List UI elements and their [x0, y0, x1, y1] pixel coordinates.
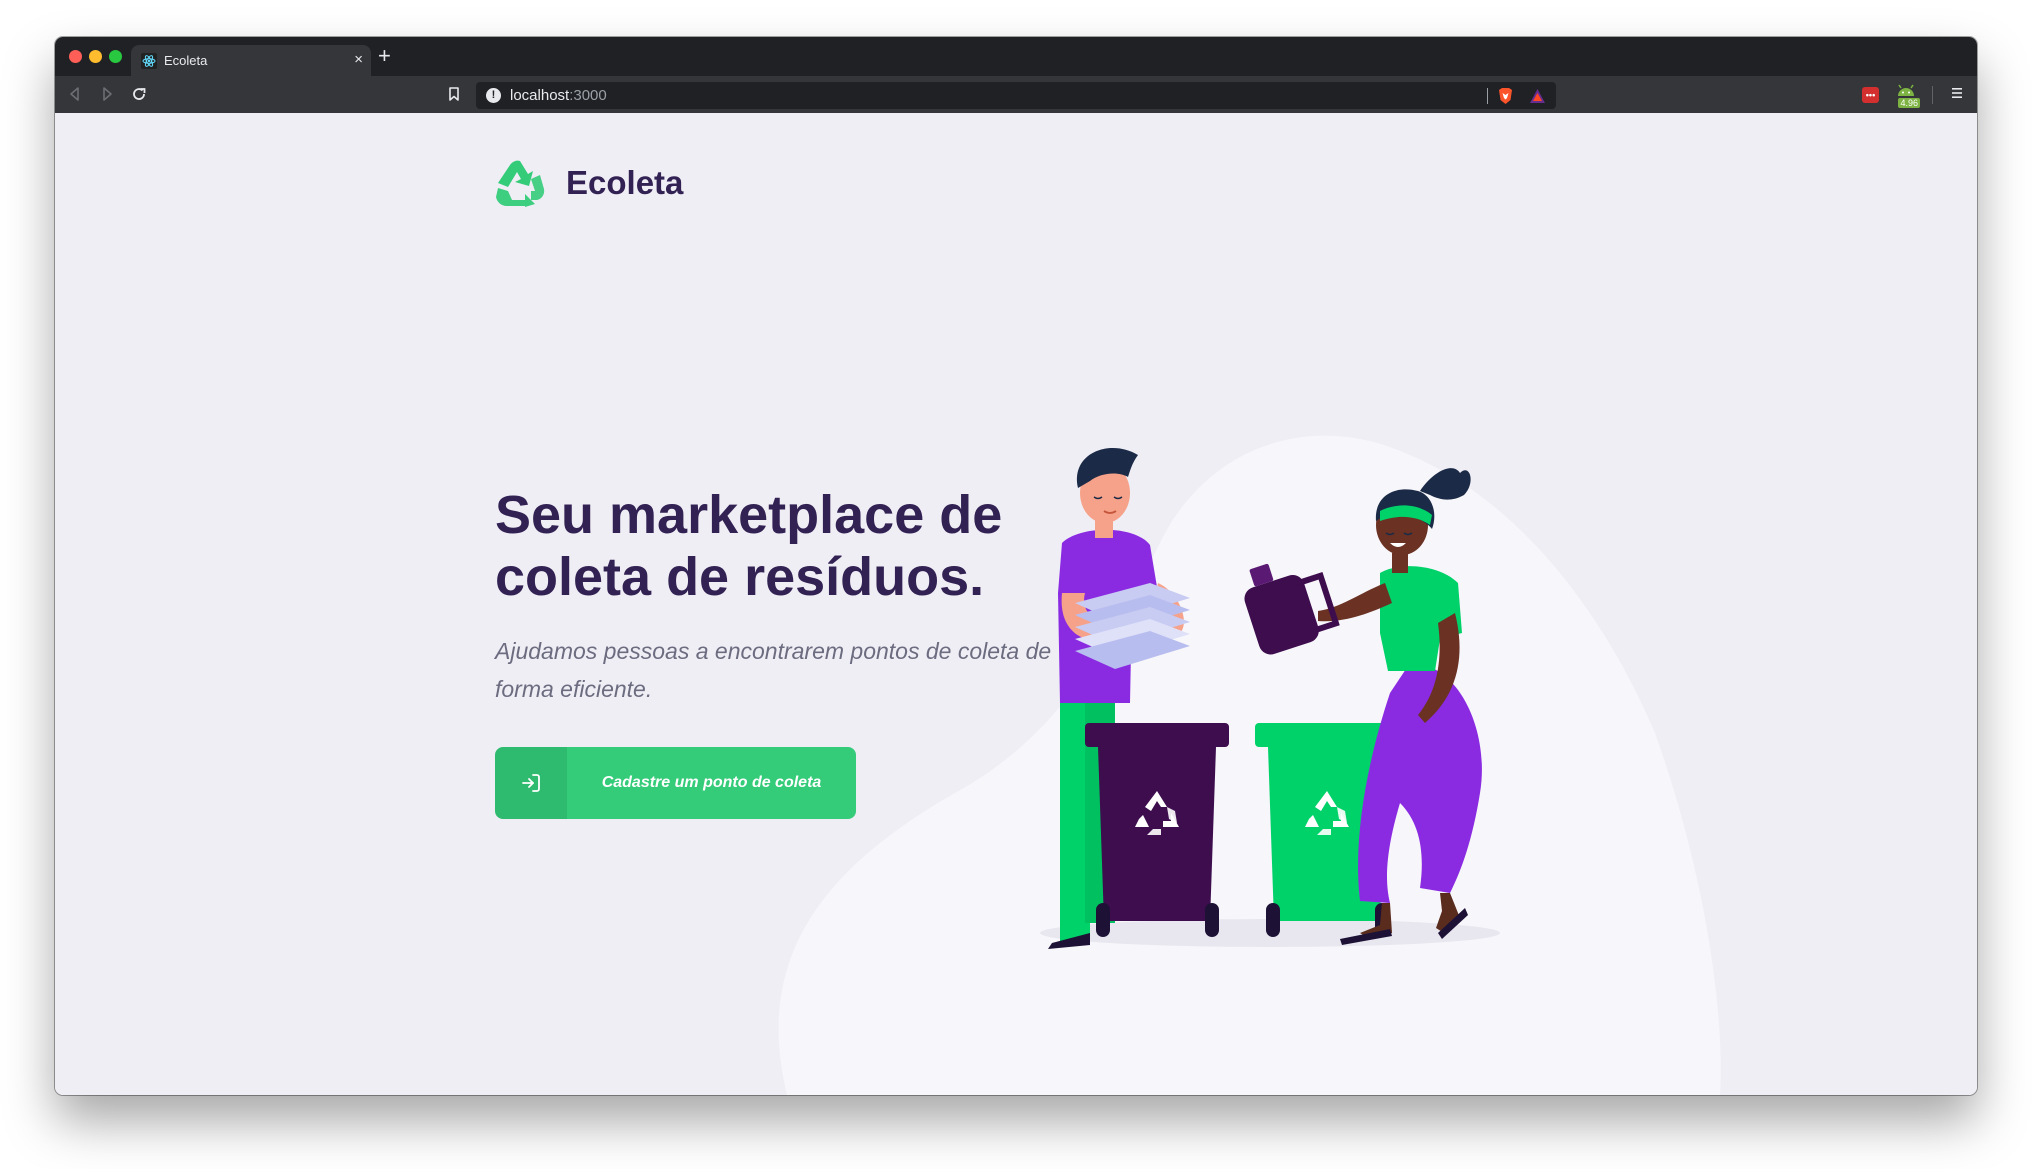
ecoleta-logo-icon: [496, 160, 545, 207]
forward-icon[interactable]: [97, 84, 117, 104]
toolbar-divider: [1932, 86, 1933, 104]
url-port: :3000: [569, 87, 607, 104]
hero-title: Seu marketplace de coleta de resíduos.: [495, 485, 1003, 607]
bookmark-icon[interactable]: [444, 84, 464, 104]
minimize-window-button[interactable]: [89, 50, 102, 63]
menu-icon[interactable]: [1951, 87, 1963, 99]
brave-shields-icon[interactable]: [1497, 87, 1514, 105]
browser-toolbar: ! localhost:3000 ••• 4.96: [55, 76, 1977, 113]
tab-title: Ecoleta: [164, 53, 208, 68]
cta-icon-container: [495, 747, 567, 819]
address-divider: [1487, 88, 1488, 104]
brand-name: Ecoleta: [566, 164, 684, 201]
react-icon: [141, 53, 157, 69]
back-icon[interactable]: [65, 84, 85, 104]
url-host: localhost: [510, 87, 570, 104]
close-window-button[interactable]: [69, 50, 82, 63]
info-icon[interactable]: !: [486, 88, 501, 103]
tab-bar: Ecoleta × +: [55, 37, 1977, 76]
people-recycling-illustration: [1040, 447, 1500, 949]
reload-icon[interactable]: [129, 84, 149, 104]
brave-rewards-icon[interactable]: [1529, 88, 1546, 104]
maximize-window-button[interactable]: [109, 50, 122, 63]
new-tab-button[interactable]: +: [378, 44, 391, 68]
page-content: Ecoleta Seu marketplace de coleta de res…: [55, 113, 1977, 1095]
address-bar[interactable]: ! localhost:3000: [476, 82, 1556, 109]
log-in-icon: [522, 774, 540, 792]
url-text[interactable]: localhost:3000: [510, 87, 607, 104]
register-collection-point-button[interactable]: Cadastre um ponto de coleta: [495, 747, 856, 819]
cta-label: Cadastre um ponto de coleta: [601, 774, 822, 791]
hero-subtitle: Ajudamos pessoas a encontrarem pontos de…: [495, 638, 1052, 702]
tab-ecoleta[interactable]: Ecoleta ×: [131, 45, 371, 76]
extension-badge: 4.96: [1898, 98, 1920, 108]
extension-lastpass-icon[interactable]: •••: [1862, 87, 1879, 103]
tab-close-button[interactable]: ×: [354, 52, 363, 68]
browser-window: Ecoleta × + ! localhost:3000 ••• 4.96 Ec…: [55, 37, 1977, 1095]
